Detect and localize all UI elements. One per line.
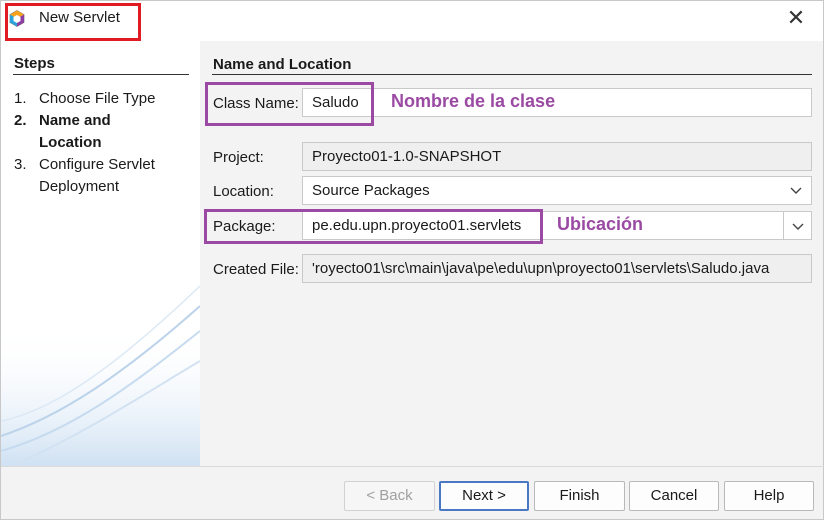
- step-label: Choose File Type: [39, 90, 156, 107]
- footer-divider: [1, 466, 824, 467]
- new-servlet-dialog: New Servlet ✕ Steps 1. Choose File Type 2…: [0, 0, 824, 520]
- class-name-input[interactable]: Saludo: [302, 88, 812, 117]
- netbeans-cube-icon: [9, 10, 25, 27]
- step-number: 1.: [14, 90, 27, 107]
- class-name-annotation-box: [205, 82, 374, 126]
- finish-button[interactable]: Finish: [534, 481, 625, 511]
- project-value: Proyecto01-1.0-SNAPSHOT: [312, 148, 502, 165]
- step-label: Configure Servlet Deployment: [39, 156, 155, 195]
- chevron-down-icon: [790, 187, 802, 194]
- step-number: 3.: [14, 156, 27, 173]
- section-title: Name and Location: [213, 56, 352, 73]
- window-title: New Servlet: [39, 9, 120, 26]
- package-annotation-box: [204, 209, 543, 244]
- created-file-field: 'royecto01\src\main\java\pe\edu\upn\proy…: [302, 254, 812, 283]
- created-file-label: Created File:: [213, 261, 299, 278]
- help-button[interactable]: Help: [724, 481, 814, 511]
- package-annotation: Ubicación: [557, 214, 644, 234]
- back-button[interactable]: < Back: [344, 481, 435, 511]
- created-file-value: 'royecto01\src\main\java\pe\edu\upn\proy…: [312, 260, 770, 277]
- package-dropdown-button[interactable]: [783, 211, 812, 240]
- class-name-annotation: Nombre de la clase: [391, 91, 556, 111]
- location-select[interactable]: Source Packages: [302, 176, 812, 205]
- steps-header: Steps: [14, 55, 55, 72]
- step-number: 2.: [14, 112, 27, 129]
- project-label: Project:: [213, 149, 264, 166]
- step-label: Name and Location: [39, 112, 111, 151]
- location-value: Source Packages: [312, 182, 430, 199]
- decorative-waves-graphic: [1, 285, 200, 466]
- steps-panel: Steps 1. Choose File Type 2. Name and Loca…: [1, 41, 200, 466]
- steps-divider: [13, 74, 189, 75]
- location-label: Location:: [213, 183, 274, 200]
- close-icon[interactable]: ✕: [783, 7, 809, 33]
- step-item-configure-servlet-deployment: 3. Configure Servlet Deployment: [14, 154, 174, 198]
- step-item-choose-file-type: 1. Choose File Type: [14, 88, 189, 110]
- project-field: Proyecto01-1.0-SNAPSHOT: [302, 142, 812, 171]
- step-item-name-and-location: 2. Name and Location: [14, 110, 134, 154]
- section-divider: [212, 74, 812, 75]
- cancel-button[interactable]: Cancel: [629, 481, 719, 511]
- title-bar: New Servlet ✕: [1, 1, 823, 41]
- next-button[interactable]: Next >: [439, 481, 529, 511]
- chevron-down-icon: [792, 223, 804, 230]
